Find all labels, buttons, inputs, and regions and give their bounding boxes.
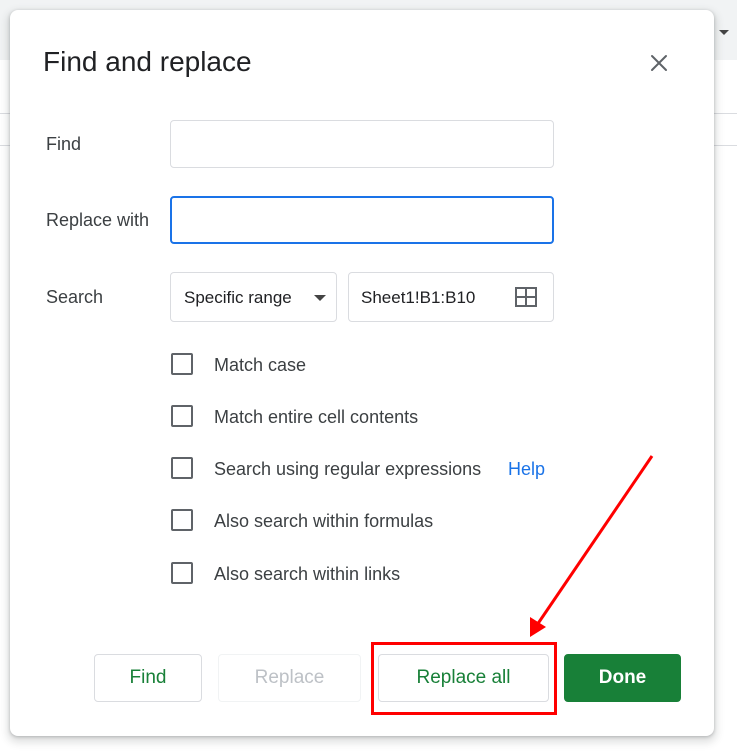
- search-scope-dropdown[interactable]: Specific range: [170, 272, 337, 322]
- range-value: Sheet1!B1:B10: [361, 288, 476, 307]
- replace-with-input[interactable]: [170, 196, 554, 244]
- toolbar-caret-down-icon[interactable]: [719, 30, 729, 35]
- search-label: Search: [46, 287, 104, 307]
- close-icon[interactable]: [644, 48, 674, 78]
- replace-button[interactable]: Replace: [218, 654, 361, 702]
- checkbox[interactable]: [171, 509, 193, 531]
- dialog-title: Find and replace: [43, 46, 252, 77]
- option-label: Also search within links: [214, 564, 401, 584]
- find-button[interactable]: Find: [94, 654, 202, 702]
- checkbox[interactable]: [171, 405, 193, 427]
- find-label: Find: [46, 134, 82, 154]
- grid-icon[interactable]: [515, 287, 537, 307]
- done-button[interactable]: Done: [564, 654, 681, 702]
- replace-with-label: Replace with: [46, 210, 150, 230]
- caret-down-icon: [314, 295, 326, 301]
- replace-all-button[interactable]: Replace all: [378, 654, 549, 702]
- search-scope-value: Specific range: [184, 288, 292, 307]
- option-label: Also search within formulas: [214, 511, 434, 531]
- find-replace-dialog: Find and replace Find Replace with Searc…: [10, 10, 714, 736]
- option-label: Match case: [214, 355, 307, 375]
- checkbox[interactable]: [171, 353, 193, 375]
- option-label: Search using regular expressions: [214, 459, 482, 479]
- option-label: Match entire cell contents: [214, 407, 419, 427]
- checkbox[interactable]: [171, 457, 193, 479]
- range-input[interactable]: Sheet1!B1:B10: [348, 272, 554, 322]
- find-input[interactable]: [170, 120, 554, 168]
- checkbox[interactable]: [171, 562, 193, 584]
- help-link[interactable]: Help: [508, 459, 545, 480]
